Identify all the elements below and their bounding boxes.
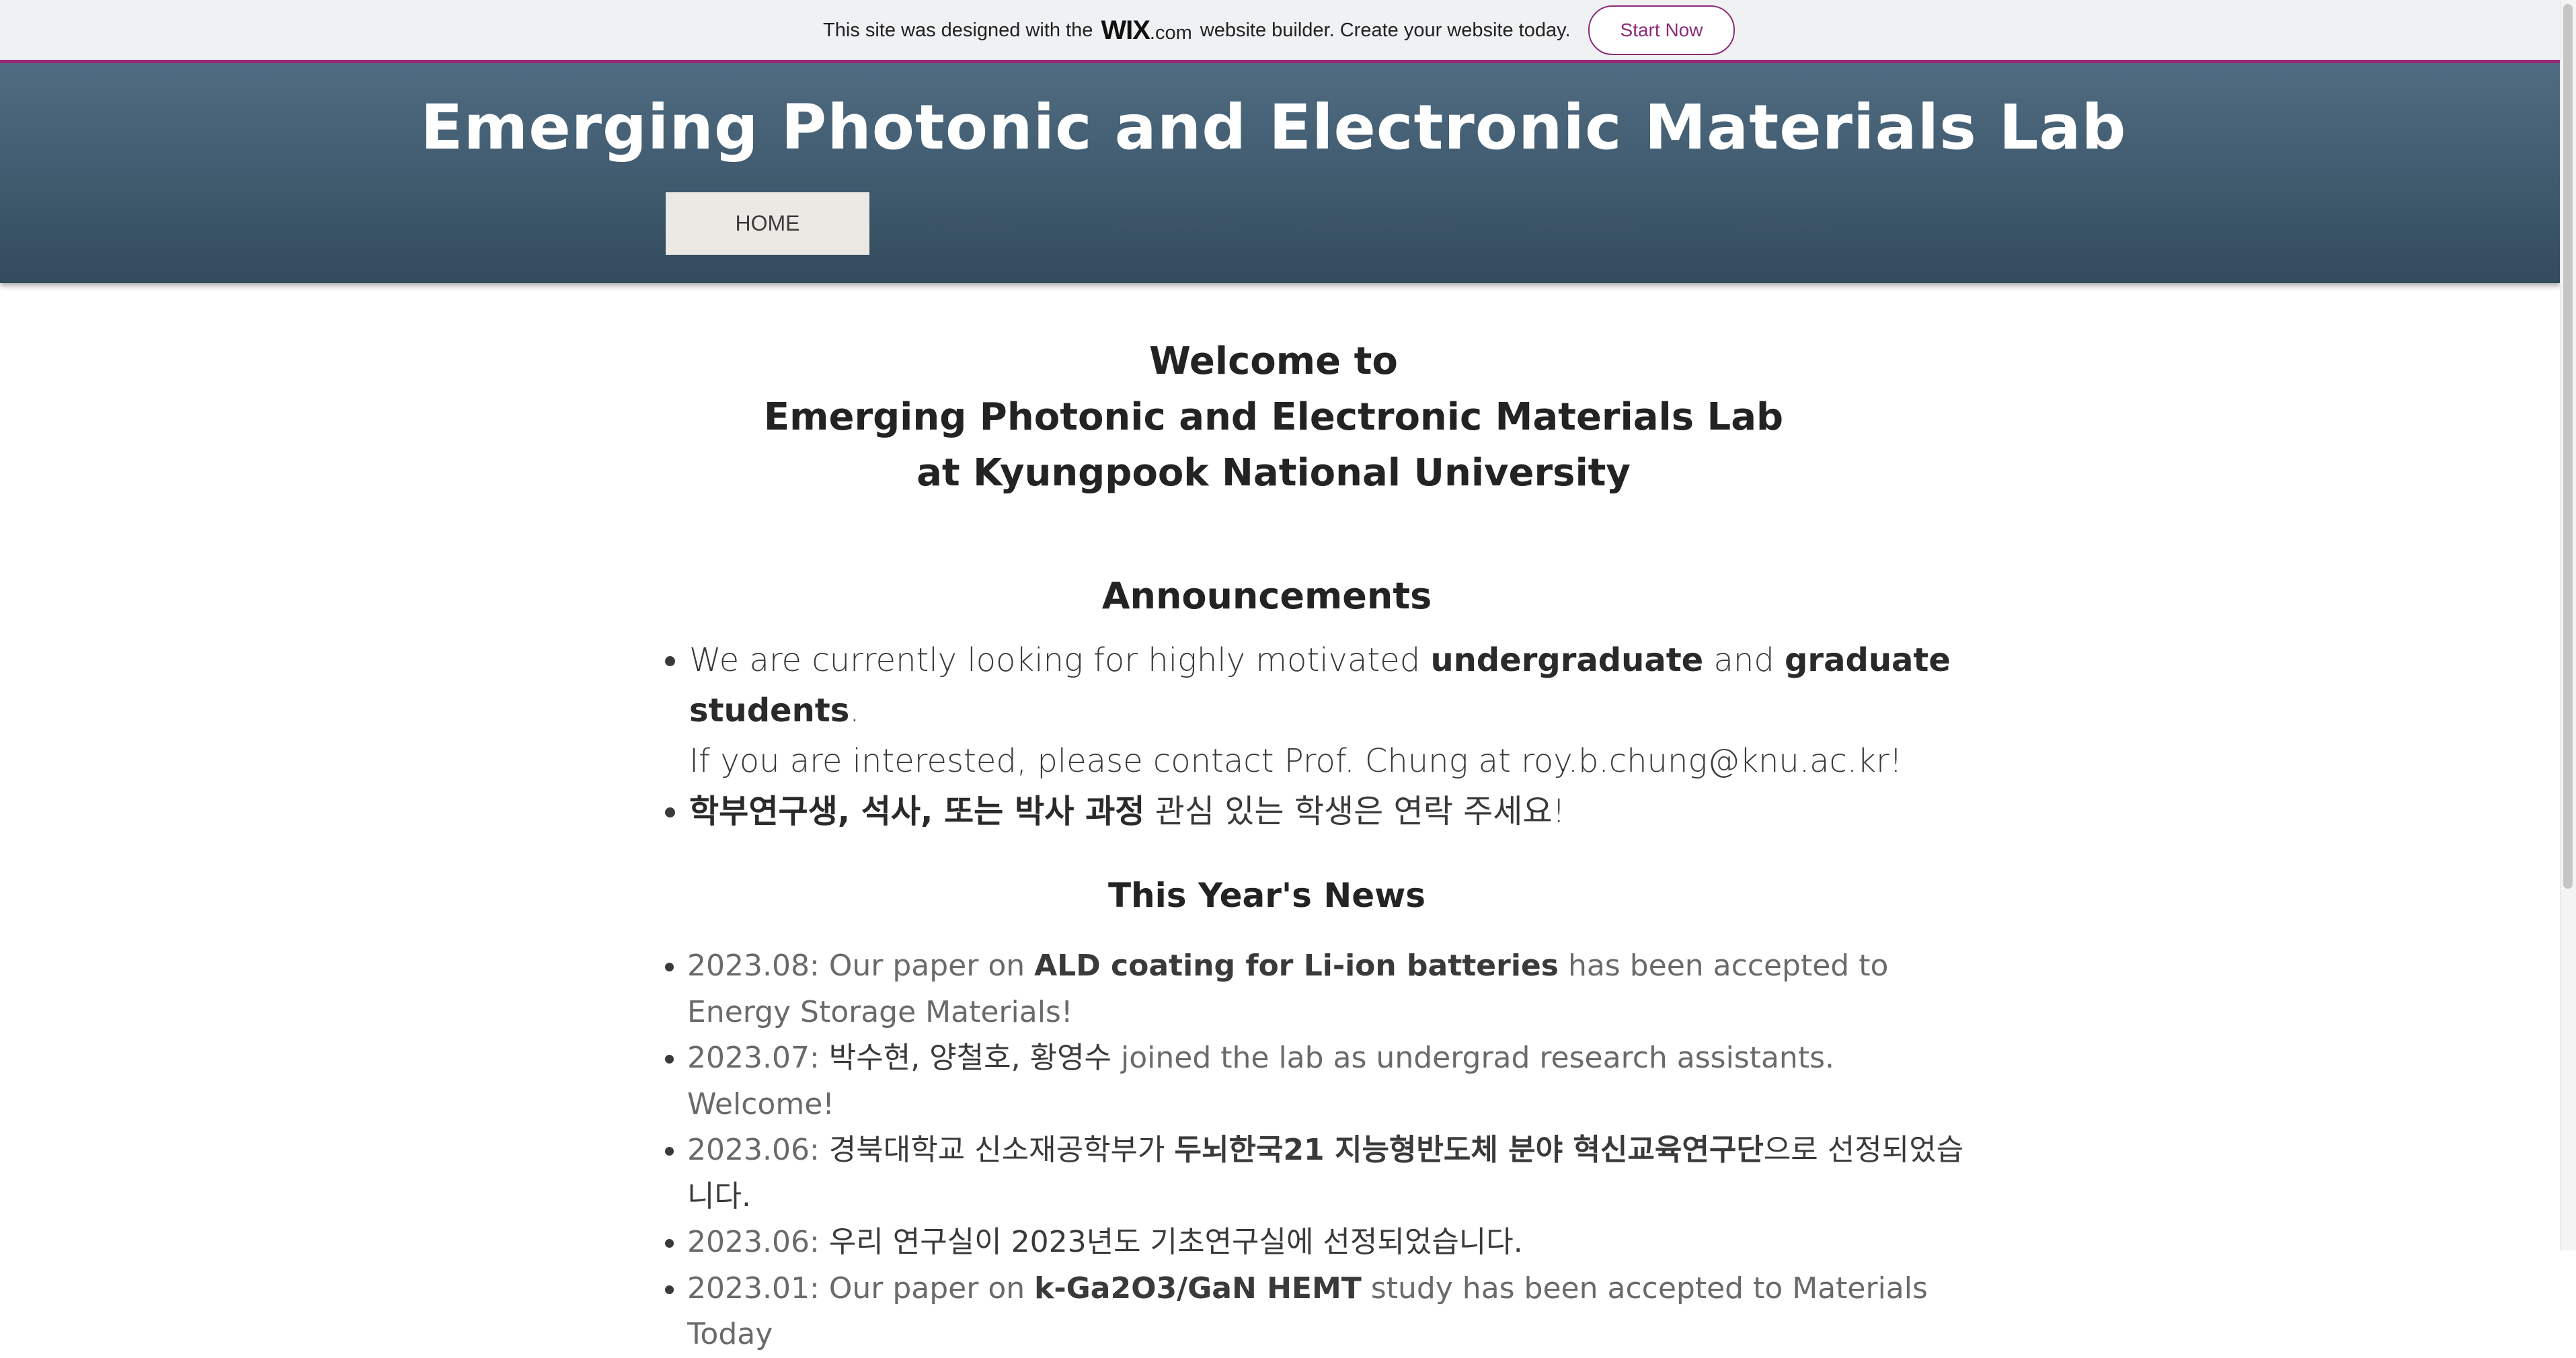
page-scrollbar[interactable] xyxy=(2560,0,2576,1250)
welcome-line-3: at Kyungpook National University xyxy=(916,451,1631,495)
news-emphasis: ALD coating for Li-ion batteries xyxy=(1034,949,1559,983)
nav-home[interactable]: HOME xyxy=(666,192,869,255)
news-heading: This Year's News xyxy=(1107,876,1426,915)
news-names: 박수현, 양철호, 황영수 xyxy=(828,1041,1112,1075)
news-text: 2023.01: Our paper on xyxy=(687,1271,1035,1306)
announcement-text: 관심 있는 학생은 연락 주세요! xyxy=(1144,793,1565,830)
news-emphasis: 두뇌한국21 지능형반도체 분야 혁신교육연구단 xyxy=(1174,1133,1764,1167)
news-list: 2023.08: Our paper on ALD coating for Li… xyxy=(652,943,1985,1358)
site-header: Emerging Photonic and Electronic Materia… xyxy=(0,63,2561,283)
nav-facilities[interactable]: FACILITIES xyxy=(1481,192,1684,255)
wix-logo-suffix: .com xyxy=(1149,22,1192,44)
welcome-line-1: Welcome to xyxy=(1149,340,1398,383)
news-item: 2023.08: Our paper on ALD coating for Li… xyxy=(687,943,1985,1035)
news-text: 2023.08: Our paper on xyxy=(687,949,1035,983)
nav-people[interactable]: PEOPLE xyxy=(869,192,1073,255)
welcome-line-2: Emerging Photonic and Electronic Materia… xyxy=(763,395,1784,439)
announcement-text: . xyxy=(849,692,860,729)
news-text: 2023.06: xyxy=(687,1225,829,1259)
news-item: 2023.06: 우리 연구실이 2023년도 기초연구실에 선정되었습니다. xyxy=(687,1220,1985,1266)
news-item: 2023.06: 경북대학교 신소재공학부가 두뇌한국21 지능형반도체 분야 … xyxy=(687,1127,1985,1220)
news-text: 2023.07: xyxy=(687,1041,829,1075)
announcements-list: We are currently looking for highly moti… xyxy=(656,635,1987,837)
nav-publications[interactable]: PUBLICATIONS xyxy=(1277,192,1481,255)
nav-contact[interactable]: CONTACT xyxy=(1684,192,1888,255)
announcement-text: and xyxy=(1703,641,1785,679)
site-title[interactable]: Emerging Photonic and Electronic Materia… xyxy=(0,91,2547,163)
wix-banner-text-before: This site was designed with the xyxy=(823,19,1093,41)
announcement-korean: 학부연구생, 석사, 또는 박사 과정 관심 있는 학생은 연락 주세요! xyxy=(689,787,1987,837)
announcement-text: We are currently looking for highly moti… xyxy=(689,641,1431,679)
announcement-emphasis: 학부연구생, 석사, 또는 박사 과정 xyxy=(689,793,1145,830)
news-text: 2023.06: xyxy=(687,1133,829,1167)
news-item: 2023.01: Our paper on k-Ga2O3/GaN HEMT s… xyxy=(687,1266,1985,1358)
announcement-recruiting: We are currently looking for highly moti… xyxy=(689,635,1987,787)
main-nav: HOME PEOPLE RESEARCH PUBLICATIONS FACILI… xyxy=(666,192,1888,255)
announcement-emphasis: undergraduate xyxy=(1430,641,1704,679)
wix-logo[interactable]: WIX.com xyxy=(1101,15,1192,46)
nav-research[interactable]: RESEARCH xyxy=(1073,192,1277,255)
wix-logo-text: WIX xyxy=(1101,15,1150,45)
scrollbar-thumb[interactable] xyxy=(2563,4,2573,889)
welcome-heading: Welcome to Emerging Photonic and Electro… xyxy=(0,333,2547,501)
announcement-contact: If you are interested, please contact Pr… xyxy=(689,742,1902,780)
news-korean-text: 우리 연구실이 2023년도 기초연구실에 선정되었습니다. xyxy=(828,1225,1523,1259)
news-korean-text: 경북대학교 신소재공학부가 xyxy=(828,1133,1175,1167)
news-item: 2023.07: 박수현, 양철호, 황영수 joined the lab as… xyxy=(687,1035,1985,1127)
news-emphasis: k-Ga2O3/GaN HEMT xyxy=(1034,1271,1362,1306)
announcements-heading: Announcements xyxy=(1101,575,1432,617)
wix-banner-text-after: website builder. Create your website tod… xyxy=(1200,19,1571,41)
start-now-button[interactable]: Start Now xyxy=(1588,5,1735,55)
wix-banner-content: This site was designed with the WIX.com … xyxy=(823,5,1735,55)
wix-promo-banner: This site was designed with the WIX.com … xyxy=(0,0,2561,63)
